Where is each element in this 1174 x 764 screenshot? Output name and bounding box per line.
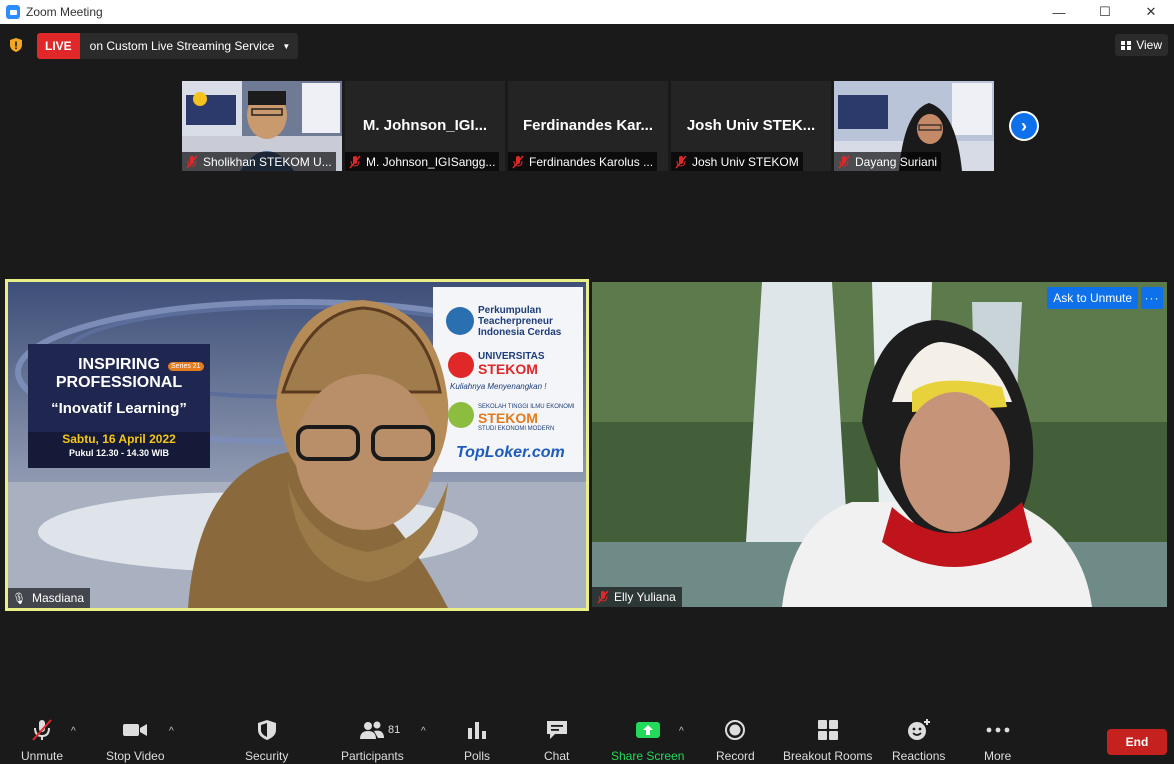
participant-name: Ferdinandes Karolus ... bbox=[529, 154, 654, 169]
stop-video-button[interactable]: Stop Video bbox=[106, 718, 165, 763]
next-page-button[interactable]: › bbox=[1009, 111, 1039, 141]
participant-person bbox=[188, 300, 449, 608]
window-title: Zoom Meeting bbox=[26, 5, 103, 19]
stop-video-label: Stop Video bbox=[106, 749, 165, 763]
participant-name-large: M. Johnson_IGI... bbox=[362, 117, 488, 134]
reactions-smiley-icon bbox=[907, 719, 930, 740]
polls-icon bbox=[468, 722, 486, 739]
grid-view-icon bbox=[1121, 40, 1132, 50]
unmuted-mic-icon: 🎙 bbox=[12, 592, 26, 605]
close-button[interactable]: ✕ bbox=[1128, 0, 1174, 24]
encryption-shield-icon[interactable] bbox=[10, 38, 22, 52]
video-tile-active-speaker[interactable]: INSPIRING PROFESSIONAL Series 21 “Inovat… bbox=[5, 279, 589, 611]
security-button[interactable]: Security bbox=[245, 718, 288, 763]
participant-name: Masdiana bbox=[31, 591, 84, 605]
participant-label: Dayang Suriani bbox=[834, 152, 942, 171]
share-screen-label: Share Screen bbox=[611, 749, 685, 763]
live-badge: LIVE bbox=[37, 33, 80, 59]
unmute-button[interactable]: Unmute bbox=[21, 718, 63, 763]
security-shield-icon bbox=[257, 720, 276, 740]
breakout-rooms-label: Breakout Rooms bbox=[783, 749, 873, 763]
live-service-label: on Custom Live Streaming Service bbox=[89, 39, 275, 53]
unmute-label: Unmute bbox=[21, 749, 64, 763]
participant-name: Sholikhan STEKOM U... bbox=[203, 154, 332, 169]
participant-namebar: 🎙 Masdiana bbox=[8, 588, 90, 608]
participant-name-large: Ferdinandes Kar... bbox=[522, 117, 654, 134]
polls-button[interactable]: Polls bbox=[464, 718, 490, 763]
meeting-topbar: LIVE on Custom Live Streaming Service ▼ … bbox=[0, 24, 1174, 68]
record-button[interactable]: Record bbox=[716, 718, 755, 763]
share-screen-button[interactable]: Share Screen bbox=[611, 718, 684, 763]
participants-label: Participants bbox=[341, 749, 404, 763]
window-titlebar: Zoom Meeting — ☐ ✕ bbox=[0, 0, 1174, 24]
more-label: More bbox=[984, 749, 1012, 763]
security-label: Security bbox=[245, 749, 289, 763]
participants-count: 81 bbox=[388, 724, 401, 736]
breakout-rooms-icon bbox=[817, 720, 838, 740]
more-options-button[interactable]: ··· bbox=[1141, 287, 1163, 309]
reactions-label: Reactions bbox=[892, 749, 946, 763]
maximize-button[interactable]: ☐ bbox=[1082, 0, 1128, 24]
chevron-down-icon: ▼ bbox=[282, 41, 291, 51]
meeting-toolbar: Unmute ^ Stop Video ^ Security Participa… bbox=[0, 712, 1174, 764]
participant-label: Sholikhan STEKOM U... bbox=[182, 152, 336, 171]
audio-options-caret-icon[interactable]: ^ bbox=[71, 726, 76, 737]
participant-name: Josh Univ STEKOM bbox=[692, 154, 799, 169]
minimize-button[interactable]: — bbox=[1036, 0, 1082, 24]
chevron-right-icon: › bbox=[1011, 113, 1037, 139]
participant-label: M. Johnson_IGISangg... bbox=[345, 152, 500, 171]
view-button[interactable]: View bbox=[1115, 34, 1168, 56]
participant-person bbox=[782, 320, 1092, 607]
chat-label: Chat bbox=[544, 749, 570, 763]
more-button[interactable]: More bbox=[984, 718, 1011, 763]
ask-to-unmute-button[interactable]: Ask to Unmute bbox=[1047, 287, 1138, 309]
share-options-caret-icon[interactable]: ^ bbox=[679, 726, 684, 737]
video-tile[interactable]: Ask to Unmute ··· Elly Yuliana bbox=[592, 282, 1167, 607]
video-camera-icon bbox=[123, 724, 148, 736]
participant-namebar: Elly Yuliana bbox=[592, 587, 682, 607]
muted-mic-icon bbox=[512, 155, 524, 168]
participants-icon bbox=[360, 721, 385, 739]
participant-name: Elly Yuliana bbox=[614, 590, 676, 604]
chat-button[interactable]: Chat bbox=[544, 718, 569, 763]
live-stream-dropdown[interactable]: LIVE on Custom Live Streaming Service ▼ bbox=[37, 33, 299, 59]
participant-name: M. Johnson_IGISangg... bbox=[366, 154, 496, 169]
more-dots-icon bbox=[986, 727, 1010, 733]
record-label: Record bbox=[716, 749, 755, 763]
participant-thumb[interactable]: Josh Univ STEK... Josh Univ STEKOM bbox=[671, 81, 831, 171]
participants-options-caret-icon[interactable]: ^ bbox=[421, 726, 426, 737]
breakout-rooms-button[interactable]: Breakout Rooms bbox=[783, 718, 872, 763]
record-icon bbox=[725, 720, 746, 740]
reactions-button[interactable]: Reactions bbox=[892, 718, 945, 763]
muted-mic-icon bbox=[597, 590, 609, 604]
participant-label: Ferdinandes Karolus ... bbox=[508, 152, 658, 171]
zoom-app-icon bbox=[6, 5, 20, 19]
participant-thumb[interactable]: M. Johnson_IGI... M. Johnson_IGISangg... bbox=[345, 81, 505, 171]
participant-name-large: Josh Univ STEK... bbox=[686, 117, 816, 134]
muted-mic-icon bbox=[32, 719, 52, 741]
muted-mic-icon bbox=[186, 155, 198, 168]
participant-thumb[interactable]: Ferdinandes Kar... Ferdinandes Karolus .… bbox=[508, 81, 668, 171]
chat-bubble-icon bbox=[546, 721, 567, 739]
participant-label: Josh Univ STEKOM bbox=[671, 152, 803, 171]
share-screen-icon bbox=[635, 722, 660, 738]
muted-mic-icon bbox=[349, 155, 361, 168]
polls-label: Polls bbox=[464, 749, 491, 763]
view-label: View bbox=[1136, 38, 1162, 52]
muted-mic-icon bbox=[675, 155, 687, 168]
video-options-caret-icon[interactable]: ^ bbox=[169, 726, 174, 737]
muted-mic-icon bbox=[838, 155, 850, 168]
participant-name: Dayang Suriani bbox=[855, 154, 938, 169]
end-meeting-button[interactable]: End bbox=[1107, 729, 1167, 755]
participant-thumb[interactable]: Sholikhan STEKOM U... bbox=[182, 81, 342, 171]
participant-thumb[interactable]: Dayang Suriani bbox=[834, 81, 994, 171]
